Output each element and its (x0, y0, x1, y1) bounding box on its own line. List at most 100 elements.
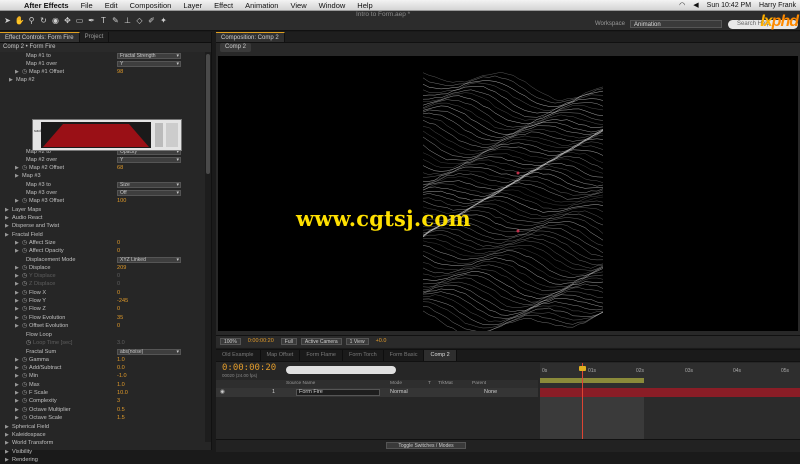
twirl-triangle-icon[interactable]: ▶ (15, 397, 21, 405)
property-value[interactable]: 98 (117, 68, 123, 76)
twirl-triangle-icon[interactable]: ▶ (5, 206, 11, 214)
workspace-select[interactable]: Animation (630, 20, 722, 28)
effect-property-row[interactable]: ▶ ◷ Y Displace 0 (0, 272, 205, 280)
twirl-triangle-icon[interactable]: ▶ (5, 456, 11, 464)
effect-property-row[interactable]: ▶ ◷ Flow X 0 (0, 289, 205, 297)
effect-property-row[interactable]: ▶ ◷ Affect Size 0 (0, 239, 205, 247)
timeline-track-area[interactable] (540, 397, 800, 439)
twirl-triangle-icon[interactable]: ▶ (15, 389, 21, 397)
effect-property-row[interactable]: ▶ ◷ F Scale 10.0 (0, 389, 205, 397)
tab-project[interactable]: Project (80, 32, 110, 42)
menu-animation[interactable]: Animation (239, 1, 284, 10)
property-value[interactable]: -245 (117, 297, 128, 305)
property-dropdown[interactable]: Y (117, 61, 181, 67)
magnification-select[interactable]: 100% (220, 338, 241, 345)
effect-property-row[interactable]: ▶ ◷ Max 1.0 (0, 381, 205, 389)
effect-property-row[interactable]: ▶ Disperse and Twist (0, 222, 205, 230)
effect-property-row[interactable]: ▶ ◷ Flow Z 0 (0, 305, 205, 313)
twirl-triangle-icon[interactable]: ▶ (15, 364, 21, 372)
property-value[interactable]: 0 (117, 280, 120, 288)
property-value[interactable]: 100 (117, 197, 126, 205)
effect-property-row[interactable]: ▶ ◷ Add/Subtract 0.0 (0, 364, 205, 372)
stopwatch-icon[interactable]: ◷ (22, 322, 28, 330)
effect-property-row[interactable]: ◷ Loop Time [sec] 3.0 (0, 339, 205, 347)
effect-property-row[interactable]: ▶ Map #2 (0, 76, 205, 84)
menu-view[interactable]: View (284, 1, 312, 10)
twirl-triangle-icon[interactable]: ▶ (15, 305, 21, 313)
property-dropdown[interactable]: Fractal Strength (117, 53, 181, 59)
hand-tool-icon[interactable]: ✋ (14, 15, 25, 27)
effect-property-row[interactable]: ▶ ◷ Octave Multiplier 0.5 (0, 406, 205, 414)
effect-property-row[interactable]: Map #3 over Off (0, 189, 205, 197)
col-mode[interactable]: Mode (390, 380, 402, 388)
effect-property-row[interactable]: ▶ Map #3 (0, 172, 205, 180)
twirl-triangle-icon[interactable]: ▶ (5, 214, 11, 222)
twirl-triangle-icon[interactable]: ▶ (15, 172, 21, 180)
stopwatch-icon[interactable]: ◷ (22, 364, 28, 372)
effect-property-row[interactable]: ▶ ◷ Map #1 Offset 98 (0, 68, 205, 76)
layer-duration-bar[interactable] (540, 388, 800, 397)
effect-property-row[interactable]: ▶ ◷ Offset Evolution 0 (0, 322, 205, 330)
property-value[interactable]: 3 (117, 397, 120, 405)
clone-stamp-tool-icon[interactable]: ⊥ (122, 15, 133, 27)
twirl-triangle-icon[interactable]: ▶ (5, 222, 11, 230)
twirl-triangle-icon[interactable]: ▶ (9, 76, 15, 84)
stopwatch-icon[interactable]: ◷ (22, 247, 28, 255)
twirl-triangle-icon[interactable]: ▶ (5, 423, 11, 431)
effect-property-row[interactable]: ▶ ◷ Displace 209 (0, 264, 205, 272)
twirl-triangle-icon[interactable]: ▶ (15, 314, 21, 322)
stopwatch-icon[interactable]: ◷ (22, 289, 28, 297)
property-value[interactable]: 0 (117, 322, 120, 330)
twirl-triangle-icon[interactable]: ▶ (15, 322, 21, 330)
brush-tool-icon[interactable]: ✎ (110, 15, 121, 27)
stopwatch-icon[interactable]: ◷ (22, 397, 28, 405)
effect-property-row[interactable]: ▶ Kaleidospace (0, 431, 205, 439)
twirl-triangle-icon[interactable]: ▶ (15, 414, 21, 422)
effect-property-row[interactable]: ▶ World Transform (0, 439, 205, 447)
graph-tool-buttons[interactable] (166, 123, 178, 147)
stopwatch-icon[interactable]: ◷ (22, 414, 28, 422)
effect-property-row[interactable]: ▶ ◷ Octave Scale 1.5 (0, 414, 205, 422)
stopwatch-icon[interactable]: ◷ (22, 280, 28, 288)
twirl-triangle-icon[interactable]: ▶ (15, 264, 21, 272)
property-value[interactable]: 10.0 (117, 389, 128, 397)
stopwatch-icon[interactable]: ◷ (22, 305, 28, 313)
property-value[interactable]: 1.0 (117, 356, 125, 364)
col-source-name[interactable]: Source Name (286, 380, 315, 388)
twirl-triangle-icon[interactable]: ▶ (15, 272, 21, 280)
stopwatch-icon[interactable]: ◷ (22, 372, 28, 380)
toggle-switches-modes-button[interactable]: Toggle Switches / Modes (386, 442, 466, 449)
work-area-bar[interactable] (540, 378, 644, 383)
menu-help[interactable]: Help (351, 1, 378, 10)
twirl-triangle-icon[interactable]: ▶ (15, 381, 21, 389)
stopwatch-icon[interactable]: ◷ (22, 381, 28, 389)
effect-property-row[interactable]: Map #1 to Fractal Strength (0, 52, 205, 60)
effect-property-row[interactable]: ▶ ◷ Flow Y -245 (0, 297, 205, 305)
property-dropdown[interactable]: Y (117, 157, 181, 163)
tab-effect-controls[interactable]: Effect Controls: Form Fire (0, 32, 80, 42)
effect-property-row[interactable]: ▶ Spherical Field (0, 423, 205, 431)
effect-property-row[interactable]: ▶ ◷ Map #2 Offset 68 (0, 164, 205, 172)
stopwatch-icon[interactable]: ◷ (22, 197, 28, 205)
menu-composition[interactable]: Composition (124, 1, 178, 10)
twirl-triangle-icon[interactable]: ▶ (5, 431, 11, 439)
scroll-thumb[interactable] (206, 54, 210, 174)
selection-tool-icon[interactable]: ➤ (2, 15, 13, 27)
col-t[interactable]: T (428, 380, 431, 388)
twirl-triangle-icon[interactable]: ▶ (15, 406, 21, 414)
property-value[interactable]: 0 (117, 272, 120, 280)
timeline-search-input[interactable] (286, 366, 396, 374)
layer-row[interactable]: ◉ 1 Form Fire Normal None (216, 388, 538, 397)
pen-tool-icon[interactable]: ✒ (86, 15, 97, 27)
property-value[interactable]: 0.0 (117, 364, 125, 372)
layer-mode[interactable]: Normal (390, 388, 408, 397)
stopwatch-icon[interactable]: ◷ (22, 297, 28, 305)
twirl-triangle-icon[interactable]: ▶ (15, 239, 21, 247)
effect-property-row[interactable]: Map #3 to Size (0, 181, 205, 189)
timeline-tab-form-flame[interactable]: Form Flame (300, 350, 343, 361)
effect-property-row[interactable]: Fractal Sum abs(noise) (0, 348, 205, 356)
menu-app-name[interactable]: After Effects (18, 1, 75, 10)
current-time-display[interactable]: 0:00:00:20 (245, 338, 277, 345)
timeline-tab-old-example[interactable]: Old Example (216, 350, 261, 361)
twirl-triangle-icon[interactable]: ▶ (15, 356, 21, 364)
